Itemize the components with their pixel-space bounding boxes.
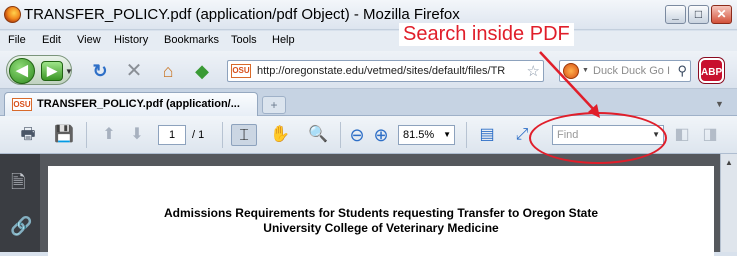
- firefox-logo-icon: [4, 6, 21, 23]
- search-engine-icon[interactable]: [563, 63, 579, 79]
- annotation-highlight-oval: [529, 112, 667, 164]
- url-text[interactable]: http://oregonstate.edu/vetmed/sites/defa…: [257, 65, 515, 77]
- zoom-in-icon[interactable]: ⊕: [372, 124, 390, 146]
- menu-tools[interactable]: Tools: [231, 34, 257, 46]
- navigation-bar: ◀ ▶ ▼ ↻ ✕ ⌂ ◆ OSU http://oregonstate.edu…: [0, 51, 737, 89]
- menu-file[interactable]: File: [8, 34, 26, 46]
- window-title: TRANSFER_POLICY.pdf (application/pdf Obj…: [24, 6, 460, 23]
- bookmark-star-icon[interactable]: ☆: [527, 62, 540, 80]
- print-icon[interactable]: 🖶: [16, 124, 40, 146]
- zoom-level-select[interactable]: 81.5% ▼: [398, 125, 455, 145]
- close-window-button[interactable]: ✕: [711, 5, 732, 24]
- tab-label: TRANSFER_POLICY.pdf (application/...: [37, 98, 240, 110]
- page-total: / 1: [192, 129, 205, 141]
- toolbar-separator: [466, 122, 467, 148]
- home-icon[interactable]: ⌂: [158, 61, 178, 81]
- menu-view[interactable]: View: [77, 34, 101, 46]
- select-tool-icon[interactable]: ⌶: [231, 124, 257, 146]
- site-favicon-icon: OSU: [231, 64, 251, 78]
- next-page-icon[interactable]: ⬇: [126, 124, 148, 146]
- new-tab-button[interactable]: +: [262, 96, 286, 114]
- annotation-label: Search inside PDF: [399, 23, 574, 46]
- document-heading-line2: University College of Veterinary Medicin…: [263, 221, 499, 235]
- adblock-plus-icon[interactable]: ABP: [699, 58, 724, 83]
- history-dropdown-icon[interactable]: ▼: [65, 67, 73, 76]
- find-next-icon[interactable]: ◨: [700, 124, 720, 146]
- find-previous-icon[interactable]: ◧: [672, 124, 692, 146]
- menu-history[interactable]: History: [114, 34, 148, 46]
- zoom-out-icon[interactable]: ⊖: [348, 124, 366, 146]
- vertical-scrollbar[interactable]: ▲: [720, 154, 737, 252]
- maximize-button[interactable]: □: [688, 5, 709, 24]
- url-bar[interactable]: OSU http://oregonstate.edu/vetmed/sites/…: [227, 60, 544, 82]
- scroll-up-icon[interactable]: ▲: [725, 158, 733, 167]
- attachments-panel-icon[interactable]: 🔗: [10, 216, 32, 237]
- reload-icon[interactable]: ↻: [90, 61, 110, 81]
- save-icon[interactable]: 💾: [52, 124, 76, 146]
- menu-bar: File Edit View History Bookmarks Tools H…: [0, 31, 737, 51]
- back-button[interactable]: ◀: [9, 58, 35, 84]
- back-forward-group: ◀ ▶ ▼: [6, 55, 73, 85]
- title-bar: TRANSFER_POLICY.pdf (application/pdf Obj…: [0, 0, 737, 30]
- forward-button[interactable]: ▶: [41, 61, 63, 81]
- zoom-level-value: 81.5%: [403, 129, 435, 141]
- minimize-button[interactable]: _: [665, 5, 686, 24]
- search-magnifier-icon[interactable]: ⚲: [677, 63, 687, 79]
- pdf-sidebar: 🗎 🔗: [0, 154, 40, 252]
- toolbar-separator: [86, 122, 87, 148]
- search-engine-dropdown-icon[interactable]: ▼: [582, 67, 589, 74]
- evernote-icon[interactable]: ◆: [192, 61, 212, 81]
- pages-panel-icon[interactable]: 🗎: [11, 170, 25, 200]
- search-bar[interactable]: ▼ Duck Duck Go I ⚲: [559, 60, 691, 82]
- menu-edit[interactable]: Edit: [42, 34, 61, 46]
- stop-icon[interactable]: ✕: [124, 61, 144, 81]
- list-all-tabs-icon[interactable]: ▼: [715, 99, 724, 109]
- menu-bookmarks[interactable]: Bookmarks: [164, 34, 219, 46]
- document-heading-line1: Admissions Requirements for Students req…: [163, 206, 599, 220]
- page-number-input[interactable]: 1: [158, 125, 186, 145]
- toolbar-separator: [340, 122, 341, 148]
- tab-favicon-icon: OSU: [12, 98, 32, 111]
- toolbar-separator: [222, 122, 223, 148]
- marquee-zoom-icon[interactable]: 🔍: [306, 124, 330, 146]
- previous-page-icon[interactable]: ⬆: [98, 124, 120, 146]
- tab-transfer-policy[interactable]: OSU TRANSFER_POLICY.pdf (application/...: [4, 92, 258, 116]
- zoom-dropdown-icon[interactable]: ▼: [443, 126, 451, 144]
- search-input[interactable]: Duck Duck Go I: [593, 65, 670, 77]
- tab-bar: OSU TRANSFER_POLICY.pdf (application/...…: [0, 89, 737, 116]
- hand-tool-icon[interactable]: ✋: [268, 124, 292, 146]
- pdf-page: Admissions Requirements for Students req…: [48, 166, 714, 256]
- fit-width-icon[interactable]: ▤: [474, 124, 500, 146]
- menu-help[interactable]: Help: [272, 34, 295, 46]
